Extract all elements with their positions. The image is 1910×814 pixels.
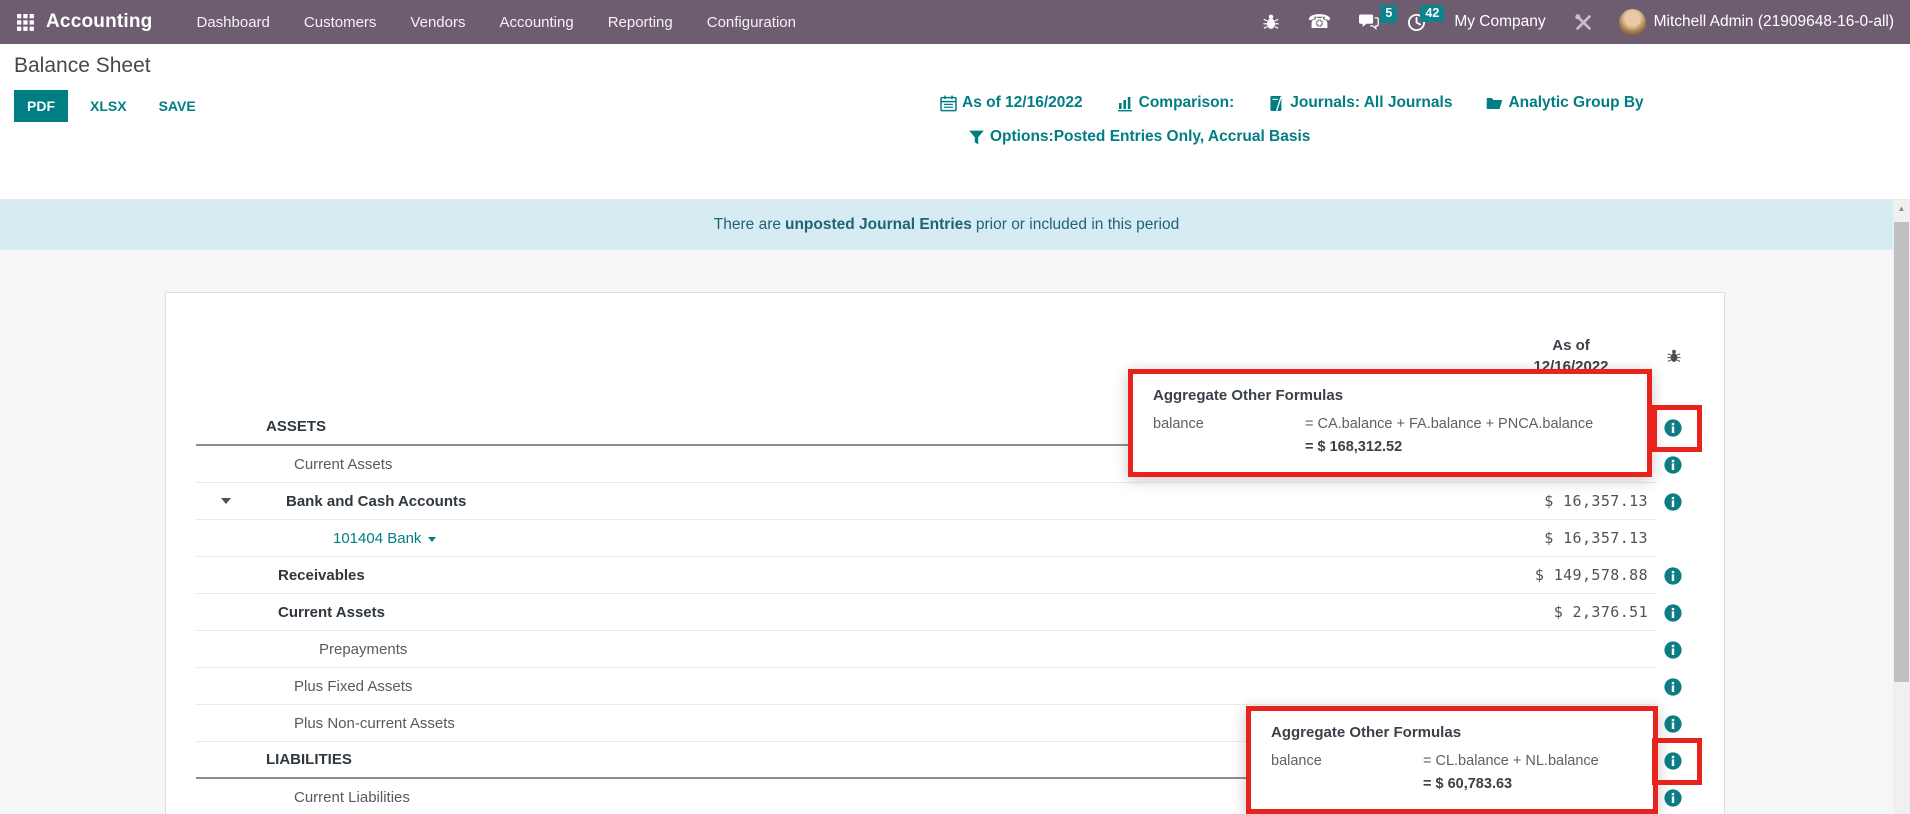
row-label: Plus Fixed Assets xyxy=(294,678,412,695)
row-name-cell: Prepayments xyxy=(196,641,1416,658)
debug-bug-icon[interactable] xyxy=(1666,348,1682,364)
voip-phone-icon[interactable]: ☎ xyxy=(1296,7,1344,38)
menu-reporting[interactable]: Reporting xyxy=(594,3,687,42)
row-name-cell: Plus Non-current Assets xyxy=(196,715,1416,732)
row-amount: $ 16,357.13 xyxy=(1416,529,1656,547)
row-name-cell: Receivables xyxy=(196,567,1416,584)
row-label: ASSETS xyxy=(266,418,326,435)
tools-icon[interactable] xyxy=(1562,7,1605,38)
activities-badge: 42 xyxy=(1420,5,1444,23)
messages-icon[interactable]: 5 xyxy=(1347,7,1391,37)
row-label[interactable]: Current Assets xyxy=(278,604,385,621)
row-name-cell: Bank and Cash Accounts xyxy=(196,493,1416,510)
report-filters: As of 12/16/2022 Comparison: xyxy=(940,94,1644,146)
info-icon[interactable] xyxy=(1664,493,1682,511)
row-label: Prepayments xyxy=(319,641,407,658)
table-row: Receivables $ 149,578.88 xyxy=(196,557,1724,594)
table-row: Bank and Cash Accounts $ 16,357.13 xyxy=(196,483,1724,520)
row-amount: $ 2,376.51 xyxy=(1416,603,1656,621)
menu-accounting[interactable]: Accounting xyxy=(485,3,587,42)
row-name-cell: Plus Fixed Assets xyxy=(196,678,1416,695)
bar-chart-icon xyxy=(1117,95,1134,112)
unposted-entries-banner: There are unposted Journal Entries prior… xyxy=(0,200,1893,250)
top-navbar: Accounting Dashboard Customers Vendors A… xyxy=(0,0,1910,44)
scrollbar-thumb[interactable] xyxy=(1894,222,1909,682)
row-label[interactable]: Receivables xyxy=(278,567,365,584)
row-label: LIABILITIES xyxy=(266,751,352,768)
formula-tooltip-liabilities: Aggregate Other Formulas balance = CL.ba… xyxy=(1246,706,1658,814)
filter-journals[interactable]: Journals: All Journals xyxy=(1268,94,1452,112)
main-menu: Dashboard Customers Vendors Accounting R… xyxy=(183,3,810,42)
row-name-cell: LIABILITIES xyxy=(196,751,1416,768)
formula-tooltip-assets: Aggregate Other Formulas balance = CA.ba… xyxy=(1128,369,1652,477)
info-icon[interactable] xyxy=(1664,678,1682,696)
row-name-cell: 101404 Bank xyxy=(196,530,1416,547)
annotation-box-assets-info xyxy=(1652,405,1702,452)
filter-analytic[interactable]: Analytic Group By xyxy=(1486,94,1643,112)
funnel-icon xyxy=(968,129,985,146)
row-label: Current Liabilities xyxy=(294,789,410,806)
row-amount: $ 16,357.13 xyxy=(1416,492,1656,510)
activities-clock-icon[interactable]: 42 xyxy=(1395,7,1438,38)
info-icon[interactable] xyxy=(1664,789,1682,807)
filter-options[interactable]: Options:Posted Entries Only, Accrual Bas… xyxy=(968,128,1310,146)
row-amount: $ 149,578.88 xyxy=(1416,566,1656,584)
control-panel: Balance Sheet PDF XLSX SAVE As of xyxy=(0,44,1910,200)
xlsx-button[interactable]: XLSX xyxy=(80,90,137,122)
filter-date[interactable]: As of 12/16/2022 xyxy=(940,94,1083,112)
menu-customers[interactable]: Customers xyxy=(290,3,391,42)
info-icon[interactable] xyxy=(1664,715,1682,733)
filter-comparison[interactable]: Comparison: xyxy=(1117,94,1235,112)
menu-dashboard[interactable]: Dashboard xyxy=(183,3,284,42)
company-switcher[interactable]: My Company xyxy=(1442,7,1557,37)
row-label[interactable]: Bank and Cash Accounts xyxy=(286,493,466,510)
table-row: 101404 Bank $ 16,357.13 xyxy=(196,520,1724,557)
info-icon[interactable] xyxy=(1664,567,1682,585)
calendar-icon xyxy=(940,95,957,112)
info-icon[interactable] xyxy=(1664,641,1682,659)
scrollbar[interactable]: ▲ xyxy=(1893,200,1910,814)
debug-bug-icon[interactable] xyxy=(1250,7,1292,37)
journal-book-icon xyxy=(1268,95,1285,112)
info-icon[interactable] xyxy=(1664,456,1682,474)
row-label: Current Assets xyxy=(294,456,392,473)
table-row: Current Assets $ 2,376.51 xyxy=(196,594,1724,631)
menu-vendors[interactable]: Vendors xyxy=(396,3,479,42)
caret-down-icon[interactable] xyxy=(221,498,231,504)
info-icon[interactable] xyxy=(1664,604,1682,622)
save-button[interactable]: SAVE xyxy=(149,90,206,122)
annotation-box-liabilities-info xyxy=(1652,738,1702,785)
pdf-button[interactable]: PDF xyxy=(14,90,68,122)
row-name-cell: Current Liabilities xyxy=(196,789,1416,806)
user-menu[interactable]: Mitchell Admin (21909648-16-0-all) xyxy=(1609,5,1896,40)
scrollbar-up-arrow[interactable]: ▲ xyxy=(1893,200,1910,216)
user-avatar xyxy=(1619,9,1646,36)
folder-icon xyxy=(1486,95,1503,112)
menu-configuration[interactable]: Configuration xyxy=(693,3,810,42)
balance-sheet-page: Accounting Dashboard Customers Vendors A… xyxy=(0,0,1910,814)
table-row: Plus Fixed Assets xyxy=(196,668,1724,705)
page-title: Balance Sheet xyxy=(14,54,151,78)
app-name[interactable]: Accounting xyxy=(46,11,153,33)
caret-down-icon[interactable] xyxy=(428,537,436,542)
table-row: Prepayments xyxy=(196,631,1724,668)
row-label[interactable]: 101404 Bank xyxy=(333,530,421,547)
user-name: Mitchell Admin (21909648-16-0-all) xyxy=(1654,13,1894,31)
apps-grid-icon[interactable] xyxy=(12,9,38,35)
row-name-cell: Current Assets xyxy=(196,604,1416,621)
row-label: Plus Non-current Assets xyxy=(294,715,455,732)
